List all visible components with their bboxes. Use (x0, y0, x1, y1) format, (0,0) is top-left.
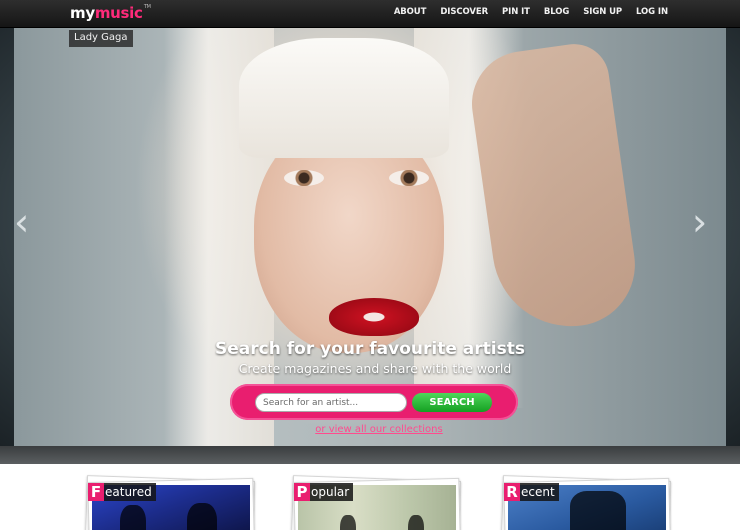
photo-figure (120, 505, 146, 530)
photo-figure (187, 503, 217, 530)
featured-card[interactable]: F eatured (85, 475, 255, 530)
search-button[interactable]: SEARCH (412, 393, 492, 412)
slide-caption: Lady Gaga (69, 30, 133, 47)
hero-subline: Create magazines and share with the worl… (238, 361, 512, 376)
hero-headline: Search for your favourite artists (215, 339, 525, 359)
hero-slider: Lady Gaga ‹ › Search for your favourite … (0, 28, 740, 446)
top-nav-bar: mymusic TM ABOUT DISCOVER PIN IT BLOG SIG… (0, 0, 740, 28)
photo-bangs (239, 38, 449, 158)
recent-card[interactable]: R ecent (501, 475, 671, 530)
photo-figure (408, 515, 424, 530)
search-bar: SEARCH (230, 384, 518, 420)
popular-label-text: opular (311, 485, 350, 499)
nav-pin-it[interactable]: PIN IT (502, 7, 530, 17)
nav-about[interactable]: ABOUT (394, 7, 427, 17)
photo-eye-right (389, 170, 429, 186)
popular-initial: P (294, 483, 310, 501)
photo-eye-left (284, 170, 324, 186)
logo-trademark: TM (143, 4, 151, 10)
main-nav: ABOUT DISCOVER PIN IT BLOG SIGN UP LOG I… (380, 7, 668, 17)
site-logo[interactable]: mymusic TM (70, 4, 151, 22)
nav-discover[interactable]: DISCOVER (440, 7, 488, 17)
photo-figure (570, 491, 626, 530)
view-collections-link[interactable]: or view all our collections (0, 424, 740, 435)
recent-initial: R (504, 483, 520, 501)
chevron-right-icon[interactable]: › (692, 202, 724, 242)
recent-label: R ecent (504, 483, 559, 501)
hero-bottom-band (0, 446, 740, 464)
recent-label-text: ecent (521, 485, 555, 499)
logo-music: music (94, 4, 143, 22)
chevron-left-icon[interactable]: ‹ (14, 202, 46, 242)
popular-label: P opular (294, 483, 354, 501)
nav-sign-up[interactable]: SIGN UP (583, 7, 622, 17)
photo-lips (329, 298, 419, 336)
logo-my: my (70, 4, 95, 22)
featured-label: F eatured (88, 483, 156, 501)
popular-card[interactable]: P opular (291, 475, 461, 530)
nav-log-in[interactable]: LOG IN (636, 7, 668, 17)
search-input[interactable] (255, 393, 407, 412)
featured-label-text: eatured (105, 485, 152, 499)
photo-figure (340, 515, 356, 530)
featured-initial: F (88, 483, 104, 501)
nav-blog[interactable]: BLOG (544, 7, 570, 17)
